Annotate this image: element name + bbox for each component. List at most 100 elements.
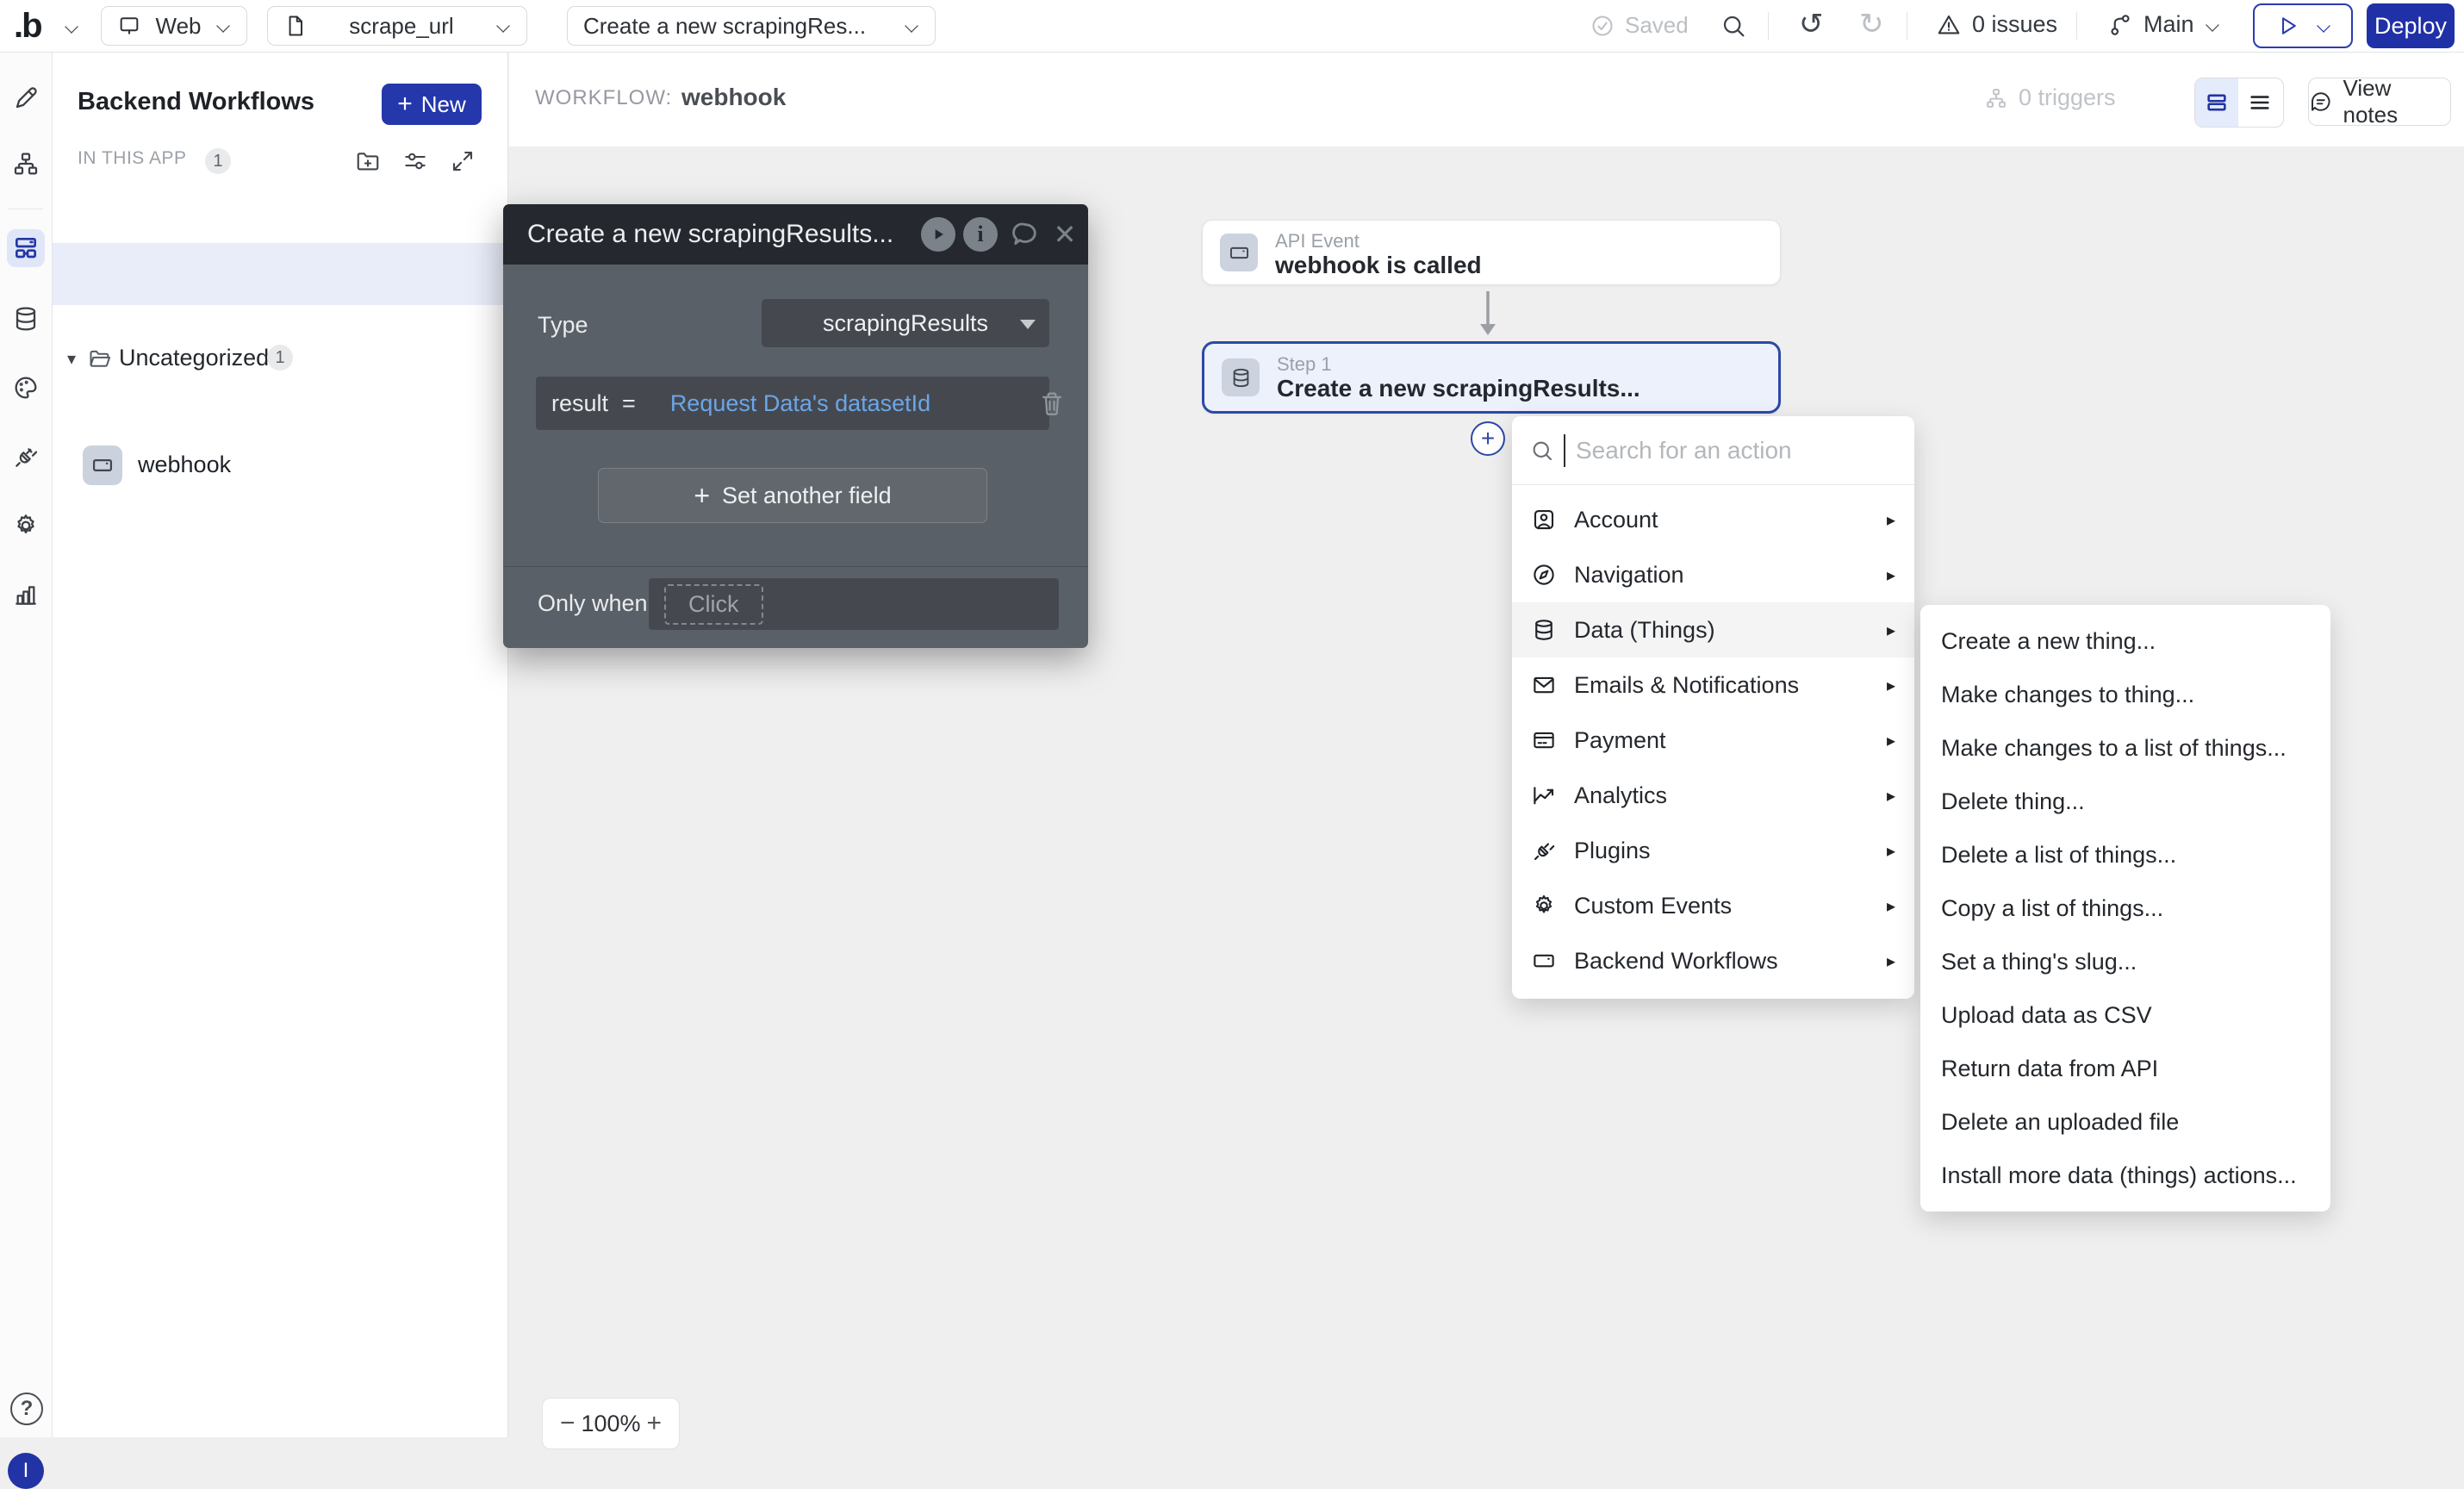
submenu-item-copy-list[interactable]: Copy a list of things...: [1920, 882, 2330, 935]
step-title: Create a new scrapingResults...: [1277, 375, 1640, 402]
undo-icon[interactable]: ↺: [1799, 9, 1824, 39]
submenu-item-create-new-thing[interactable]: Create a new thing...: [1920, 614, 2330, 668]
submenu-item-delete-uploaded-file[interactable]: Delete an uploaded file: [1920, 1095, 2330, 1149]
add-step-button[interactable]: +: [1471, 421, 1505, 456]
zoom-in-button[interactable]: +: [646, 1409, 662, 1438]
submenu-arrow-icon: ▸: [1887, 785, 1895, 807]
folder-icon: [88, 346, 112, 375]
filter-sliders-icon[interactable]: [402, 148, 428, 178]
workflow-name[interactable]: webhook: [681, 84, 786, 111]
issues-indicator[interactable]: 0 issues: [1936, 11, 2057, 38]
action-category-account[interactable]: Account ▸: [1512, 492, 1914, 547]
triggers-sitemap-icon: [1984, 86, 2008, 110]
zoom-out-button[interactable]: −: [560, 1409, 576, 1438]
new-workflow-button[interactable]: + New: [382, 84, 482, 125]
equals-sign: =: [622, 390, 636, 417]
add-folder-icon[interactable]: [355, 148, 381, 178]
plug-icon: [1531, 838, 1557, 863]
workflow-nav-selector[interactable]: Create a new scrapingRes...: [567, 6, 936, 46]
submenu-item-install-more-actions[interactable]: Install more data (things) actions...: [1920, 1149, 2330, 1202]
styles-palette-icon[interactable]: [7, 369, 45, 407]
saved-label: Saved: [1625, 12, 1689, 39]
field-assignment-row[interactable]: result = Request Data's datasetId: [536, 377, 1049, 430]
action-search-row[interactable]: [1512, 416, 1914, 485]
help-icon[interactable]: ?: [10, 1392, 43, 1425]
preview-run-button[interactable]: [2253, 3, 2353, 48]
category-label: Backend Workflows: [1574, 948, 1870, 975]
expand-panel-icon[interactable]: [450, 148, 476, 178]
delete-field-trash-icon[interactable]: [1037, 389, 1067, 422]
compass-icon: [1531, 562, 1557, 588]
only-when-input[interactable]: Click: [649, 578, 1059, 630]
workflow-list-item-webhook[interactable]: webhook: [52, 243, 508, 305]
event-title: webhook is called: [1275, 252, 1482, 279]
submenu-item-delete-thing[interactable]: Delete thing...: [1920, 775, 2330, 828]
submenu-arrow-icon: ▸: [1887, 675, 1895, 696]
action-category-data-things[interactable]: Data (Things) ▸: [1512, 602, 1914, 657]
submenu-item-make-changes-to-thing[interactable]: Make changes to thing...: [1920, 668, 2330, 721]
set-another-field-button[interactable]: + Set another field: [598, 468, 987, 523]
branch-label: Main: [2144, 11, 2194, 38]
folder-row-uncategorized[interactable]: ▾ Uncategorized 1: [52, 196, 508, 234]
submenu-item-make-changes-to-list[interactable]: Make changes to a list of things...: [1920, 721, 2330, 775]
event-node-api-event[interactable]: API Event webhook is called: [1202, 220, 1781, 285]
submenu-item-set-slug[interactable]: Set a thing's slug...: [1920, 935, 2330, 988]
run-step-icon[interactable]: [921, 217, 955, 252]
dialog-header[interactable]: Create a new scrapingResults... i ✕: [503, 204, 1088, 265]
view-notes-button[interactable]: View notes: [2308, 78, 2451, 126]
field-value-expression[interactable]: Request Data's datasetId: [670, 390, 930, 417]
branch-selector[interactable]: Main: [2107, 11, 2220, 38]
action-search-input[interactable]: [1574, 436, 1862, 465]
field-name: result: [551, 390, 608, 417]
workflow-card-icon: [1531, 948, 1557, 974]
design-pencil-icon[interactable]: [7, 79, 45, 117]
list-view-button[interactable]: [2238, 78, 2281, 127]
category-label: Account: [1574, 507, 1870, 533]
dialog-body: Type scrapingResults result = Request Da…: [503, 265, 1088, 648]
dropdown-caret-icon: [1020, 320, 1036, 329]
chevron-down-icon: [905, 19, 918, 33]
account-icon: [1531, 507, 1557, 533]
dialog-title: Create a new scrapingResults...: [527, 220, 893, 249]
plugins-plug-icon[interactable]: [7, 438, 45, 476]
view-mode-toggle: [2194, 78, 2284, 128]
submenu-item-delete-list[interactable]: Delete a list of things...: [1920, 828, 2330, 882]
logs-chart-icon[interactable]: [7, 576, 45, 614]
action-category-plugins[interactable]: Plugins ▸: [1512, 823, 1914, 878]
page-selector[interactable]: scrape_url: [267, 6, 527, 46]
pages-sitemap-icon[interactable]: [7, 145, 45, 183]
data-step-icon: [1222, 358, 1260, 396]
close-icon[interactable]: ✕: [1048, 217, 1082, 252]
cards-view-button[interactable]: [2195, 78, 2238, 127]
submenu-item-return-data-api[interactable]: Return data from API: [1920, 1042, 2330, 1095]
platform-label: Web: [156, 13, 202, 40]
action-category-payment[interactable]: Payment ▸: [1512, 713, 1914, 768]
redo-icon[interactable]: ↻: [1859, 9, 1884, 39]
info-icon[interactable]: i: [963, 217, 998, 252]
action-category-navigation[interactable]: Navigation ▸: [1512, 547, 1914, 602]
section-label: IN THIS APP: [78, 148, 187, 169]
comment-bubble-icon[interactable]: [1008, 217, 1042, 252]
saved-status: Saved: [1590, 12, 1689, 39]
deploy-button[interactable]: Deploy: [2367, 3, 2455, 48]
action-category-analytics[interactable]: Analytics ▸: [1512, 768, 1914, 823]
submenu-arrow-icon: ▸: [1887, 840, 1895, 862]
workflow-header: WORKFLOW: webhook 0 triggers View notes: [509, 52, 2464, 146]
submenu-item-upload-csv[interactable]: Upload data as CSV: [1920, 988, 2330, 1042]
settings-gear-icon[interactable]: [7, 507, 45, 545]
type-dropdown[interactable]: scrapingResults: [762, 299, 1049, 347]
app-menu-chevron-icon[interactable]: [64, 19, 79, 34]
platform-selector[interactable]: Web: [101, 6, 247, 46]
action-category-backend-workflows[interactable]: Backend Workflows ▸: [1512, 933, 1914, 988]
account-avatar[interactable]: I: [8, 1453, 44, 1489]
step-node-create-thing[interactable]: Step 1 Create a new scrapingResults...: [1202, 341, 1781, 414]
action-category-custom-events[interactable]: Custom Events ▸: [1512, 878, 1914, 933]
data-tab-icon[interactable]: [7, 300, 45, 338]
click-placeholder[interactable]: Click: [664, 584, 763, 625]
caret-down-icon[interactable]: ▾: [67, 348, 76, 370]
search-icon[interactable]: [1720, 12, 1747, 44]
backend-workflows-tab-icon[interactable]: [7, 229, 45, 267]
bubble-logo[interactable]: .b: [14, 7, 41, 46]
category-label: Emails & Notifications: [1574, 672, 1870, 699]
action-category-emails-notifications[interactable]: Emails & Notifications ▸: [1512, 657, 1914, 713]
